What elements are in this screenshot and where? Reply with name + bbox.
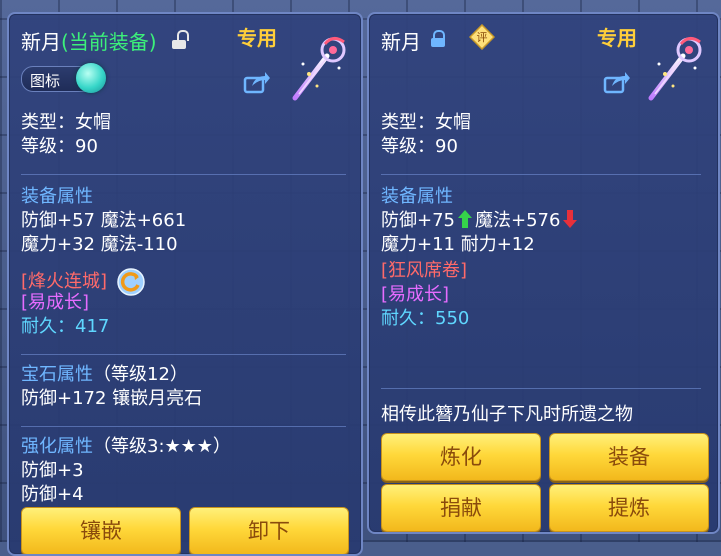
divider bbox=[381, 174, 701, 175]
skill-name: [狂风席卷] bbox=[381, 260, 468, 281]
item-description: 相传此簪乃仙子下凡时所遗之物 bbox=[381, 404, 633, 425]
weapon-hairpin-icon bbox=[292, 37, 346, 101]
special-label: 专用 bbox=[237, 26, 277, 50]
attr-line-2: 魔力+11 耐力+12 bbox=[381, 234, 535, 255]
durability-line: 耐久：417 bbox=[21, 316, 109, 338]
item-name: 新月 bbox=[381, 30, 421, 54]
rate-label: 评 bbox=[477, 31, 488, 44]
divider bbox=[21, 426, 346, 427]
gem-attr: 防御+172 镶嵌月亮石 bbox=[21, 388, 203, 409]
equip-button[interactable]: 装备 bbox=[549, 433, 709, 481]
enhance-header: 强化属性 bbox=[21, 436, 93, 457]
inlay-button[interactable]: 镶嵌 bbox=[21, 507, 181, 554]
item-level: 等级：90 bbox=[21, 136, 98, 157]
divider bbox=[381, 388, 701, 389]
trait-line: [易成长] bbox=[381, 284, 450, 305]
gem-header: 宝石属性 bbox=[21, 364, 93, 385]
attr-line-1: 防御+57 魔法+661 bbox=[21, 210, 187, 231]
durability-label: 耐久： bbox=[381, 308, 435, 329]
share-icon[interactable] bbox=[243, 70, 271, 94]
gem-header-line: 宝石属性（等级12） bbox=[21, 364, 188, 386]
attr-magic: 魔法+576 bbox=[475, 210, 561, 231]
attr-line-2: 魔力+32 魔法-110 bbox=[21, 234, 178, 255]
equipped-item-panel: 新月(当前装备) 专用 图标 类型：女帽 等级：90 装备属性 防御+57 魔法… bbox=[7, 12, 363, 556]
weapon-hairpin-icon bbox=[648, 37, 702, 101]
durability-line: 耐久：550 bbox=[381, 308, 469, 330]
item-name: 新月 bbox=[21, 30, 61, 54]
arrow-down-icon bbox=[563, 210, 578, 228]
compare-item-panel: 新月 评 专用 类型：女帽 等级：90 装备属性 防御+75 魔法+576 魔力+… bbox=[367, 12, 720, 534]
equipped-tag: (当前装备) bbox=[61, 30, 157, 54]
divider bbox=[21, 354, 346, 355]
extract-button[interactable]: 提炼 bbox=[549, 484, 709, 532]
enhance-attr-1: 防御+3 bbox=[21, 460, 84, 481]
arrow-up-icon bbox=[458, 210, 472, 228]
toggle-knob bbox=[76, 63, 106, 93]
enhance-level: （等级3:★★★） bbox=[93, 436, 231, 457]
trait-line: [易成长] bbox=[21, 292, 90, 313]
refine-button[interactable]: 炼化 bbox=[381, 433, 541, 481]
durability-value: 417 bbox=[75, 316, 110, 337]
remove-button[interactable]: 卸下 bbox=[189, 507, 349, 554]
attr-line-1: 防御+75 魔法+576 bbox=[381, 210, 578, 232]
rate-badge-icon[interactable]: 评 bbox=[469, 24, 495, 50]
item-type: 类型：女帽 bbox=[381, 112, 471, 133]
refresh-icon[interactable] bbox=[117, 268, 145, 296]
attr-defense: 防御+75 bbox=[381, 210, 455, 231]
unlock-icon[interactable] bbox=[172, 30, 189, 49]
gem-level: （等级12） bbox=[93, 364, 188, 385]
lock-icon[interactable] bbox=[431, 30, 445, 47]
divider bbox=[21, 174, 346, 175]
durability-label: 耐久： bbox=[21, 316, 75, 337]
skill-name: [烽火连城] bbox=[21, 271, 108, 292]
icon-toggle[interactable]: 图标 bbox=[21, 63, 106, 93]
icon-toggle-label: 图标 bbox=[30, 72, 61, 90]
item-level: 等级：90 bbox=[381, 136, 458, 157]
attr-header: 装备属性 bbox=[21, 186, 93, 207]
enhance-attr-2: 防御+4 bbox=[21, 484, 84, 505]
donate-button[interactable]: 捐献 bbox=[381, 484, 541, 532]
share-icon[interactable] bbox=[603, 70, 631, 94]
attr-header: 装备属性 bbox=[381, 186, 453, 207]
item-type: 类型：女帽 bbox=[21, 112, 111, 133]
item-title: 新月(当前装备) bbox=[21, 26, 157, 55]
durability-value: 550 bbox=[435, 308, 470, 329]
enhance-header-line: 强化属性（等级3:★★★） bbox=[21, 436, 231, 458]
special-label: 专用 bbox=[597, 26, 637, 50]
item-title: 新月 bbox=[381, 26, 421, 55]
